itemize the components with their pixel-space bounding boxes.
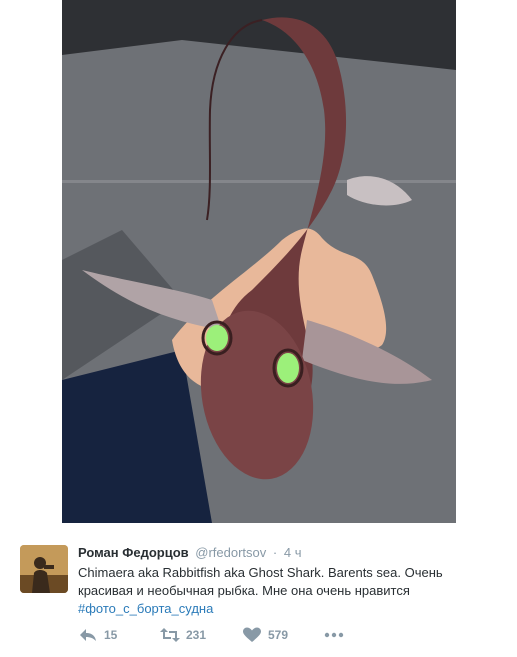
tweet-text-line: красивая и необычная рыбка. Мне она очен… [78, 583, 410, 598]
tweet: Роман Федорцов @rfedortsov · 4 ч Chimaer… [0, 523, 517, 657]
avatar[interactable] [20, 545, 68, 593]
retweet-count: 231 [186, 628, 207, 642]
reply-button[interactable]: 15 [78, 627, 160, 643]
more-options-button[interactable] [324, 627, 344, 643]
retweet-button[interactable]: 231 [160, 627, 242, 643]
reply-count: 15 [104, 628, 118, 642]
like-button[interactable]: 579 [242, 627, 324, 643]
user-handle[interactable]: @rfedortsov [195, 545, 266, 560]
user-fullname[interactable]: Роман Федорцов [78, 545, 189, 560]
like-count: 579 [268, 628, 289, 642]
reply-icon [78, 627, 98, 643]
avatar-silhouette-icon [20, 545, 68, 593]
tweet-header: Роман Федорцов @rfedortsov · 4 ч [78, 545, 301, 563]
tweet-text-line: Chimaera aka Rabbitfish aka Ghost Shark.… [78, 565, 443, 580]
header-separator: · [272, 545, 278, 560]
fish-eye-left [206, 325, 228, 351]
photo-illustration [62, 0, 456, 523]
tweet-actions: 15 231 579 [78, 625, 344, 645]
fish-eye-right [277, 353, 299, 383]
heart-icon [242, 627, 262, 643]
hashtag-link[interactable]: #фото_с_борта_судна [78, 600, 498, 618]
tweet-timestamp[interactable]: 4 ч [284, 545, 302, 560]
tweet-photo[interactable] [62, 0, 456, 523]
more-dots-icon [324, 627, 344, 643]
tweet-photo-container [0, 0, 517, 523]
retweet-icon [160, 627, 180, 643]
tweet-text: Chimaera aka Rabbitfish aka Ghost Shark.… [78, 564, 498, 618]
